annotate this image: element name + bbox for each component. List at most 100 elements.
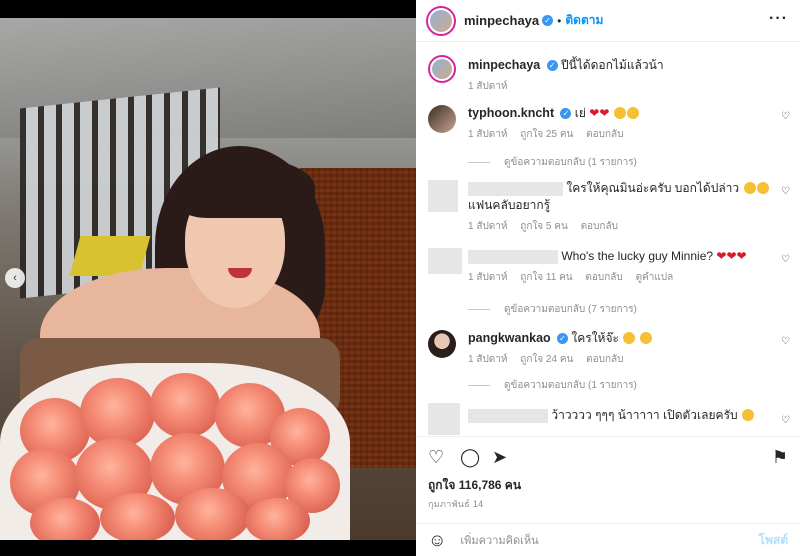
view-replies-label: ดูข้อความตอบกลับ (1 รายการ): [504, 157, 637, 168]
comment-likes[interactable]: ถูกใจ 5 คน: [520, 221, 568, 232]
reply-button[interactable]: ตอบกลับ: [586, 129, 623, 140]
instagram-post-modal: ‹ minpechaya ✓ • ติดตาม ··· minpechaya ✓…: [0, 0, 800, 556]
commenter-username[interactable]: typhoon.kncht: [468, 106, 554, 120]
comment-body: typhoon.kncht ✓ เย่ ❤❤ 1 สัปดาห์ ถูกใจ 2…: [468, 105, 770, 143]
comment-time[interactable]: 1 สัปดาห์: [468, 129, 508, 140]
replies-line: [468, 385, 490, 386]
blurred-username: [468, 249, 558, 264]
comment-row: typhoon.kncht ✓ เย่ ❤❤ 1 สัปดาห์ ถูกใจ 2…: [416, 103, 800, 173]
red-heart-emoji-icon: ❤❤❤: [716, 249, 747, 263]
author-avatar-image: [430, 9, 452, 32]
caption-avatar-image: [432, 59, 452, 79]
post-photo[interactable]: [0, 18, 416, 540]
post-date[interactable]: กุมภาพันธ์ 14: [428, 497, 483, 511]
blurred-username: [468, 181, 563, 196]
verified-badge-icon: ✓: [546, 60, 558, 72]
comment-text: เย่: [574, 106, 586, 120]
comment-row: ว้าวววว ๆๆๆ น้าาาาา เปิดตัวเลยครับ ♡: [416, 401, 800, 435]
view-replies-label: ดูข้อความตอบกลับ (1 รายการ): [504, 380, 637, 391]
post-photo-area: ‹: [0, 0, 416, 556]
share-icon[interactable]: ➤: [492, 447, 507, 468]
post-actions-bar: ♡ ◯ ➤ ⚑: [416, 436, 800, 476]
grin-emoji-icon: [756, 182, 769, 194]
comment-body: ว้าวววว ๆๆๆ น้าาาาา เปิดตัวเลยครับ: [468, 407, 770, 424]
reply-button[interactable]: ตอบกลับ: [585, 272, 622, 283]
verified-badge-icon: ✓: [542, 15, 554, 26]
view-replies-button[interactable]: ดูข้อความตอบกลับ (1 รายการ): [468, 155, 637, 170]
view-replies-button[interactable]: ดูข้อความตอบกลับ (1 รายการ): [468, 378, 637, 393]
comment-icon[interactable]: ◯: [460, 447, 480, 468]
caption-username[interactable]: minpechaya: [468, 58, 540, 72]
comment-meta: 1 สัปดาห์ ถูกใจ 25 คน ตอบกลับ: [468, 126, 770, 143]
comment-text-continued: แฟนคลับอยากรู้: [468, 198, 551, 212]
like-comment-heart-icon[interactable]: ♡: [781, 415, 790, 426]
comment-time[interactable]: 1 สัปดาห์: [468, 221, 508, 232]
photo-bangs: [180, 158, 315, 218]
comment-meta: 1 สัปดาห์ ถูกใจ 24 คน ตอบกลับ: [468, 351, 770, 368]
comment-meta: 1 สัปดาห์ ถูกใจ 11 คน ตอบกลับ ดูคำแปล: [468, 269, 770, 286]
add-comment-bar: ☺ เพิ่มความคิดเห็น โพสต์: [416, 523, 800, 556]
post-likes-count[interactable]: ถูกใจ 116,786 คน: [428, 476, 521, 495]
red-heart-emoji-icon: ❤❤: [589, 106, 610, 120]
header-separator: •: [557, 13, 562, 28]
comment-likes[interactable]: ถูกใจ 11 คน: [520, 272, 572, 283]
commenter-avatar[interactable]: [428, 105, 456, 133]
post-comment-button[interactable]: โพสต์: [759, 531, 788, 550]
view-replies-button[interactable]: ดูข้อความตอบกลับ (7 รายการ): [468, 302, 637, 317]
commenter-avatar-blurred[interactable]: [428, 248, 462, 274]
translate-button[interactable]: ดูคำแปล: [636, 272, 674, 283]
chevron-left-icon: ‹: [13, 272, 17, 284]
like-comment-heart-icon[interactable]: ♡: [781, 111, 790, 122]
comment-likes[interactable]: ถูกใจ 25 คน: [520, 129, 573, 140]
like-comment-heart-icon[interactable]: ♡: [781, 336, 790, 347]
heart-eyes-emoji-icon: [613, 107, 626, 119]
comment-meta: 1 สัปดาห์ ถูกใจ 5 คน ตอบกลับ: [468, 218, 770, 235]
rose: [30, 498, 100, 540]
heart-eyes-emoji-icon: [623, 332, 636, 344]
verified-badge-icon: ✓: [560, 108, 572, 120]
comment-text: ใครให้จ๊ะ: [571, 331, 619, 345]
commenter-avatar[interactable]: [428, 330, 456, 358]
rose: [150, 373, 220, 438]
like-comment-heart-icon[interactable]: ♡: [781, 254, 790, 265]
rose: [100, 493, 175, 540]
more-options-icon[interactable]: ···: [769, 10, 788, 28]
post-side-panel: minpechaya ✓ • ติดตาม ··· minpechaya ✓ ป…: [416, 0, 800, 556]
caption-row: minpechaya ✓ ปีนี้ได้ดอกไม้แล้วน้า 1 สัป…: [416, 53, 800, 103]
like-comment-heart-icon[interactable]: ♡: [781, 186, 790, 197]
emoji-picker-icon[interactable]: ☺: [428, 530, 446, 551]
like-heart-icon[interactable]: ♡: [428, 447, 444, 468]
caption-avatar[interactable]: [428, 55, 456, 83]
comment-row: Who's the lucky guy Minnie? ❤❤❤ 1 สัปดาห…: [416, 246, 800, 316]
reply-button[interactable]: ตอบกลับ: [581, 221, 618, 232]
author-avatar[interactable]: [426, 5, 456, 36]
hands-emoji-icon: [639, 332, 652, 344]
post-header: minpechaya ✓ • ติดตาม ···: [416, 0, 800, 42]
caption-meta: 1 สัปดาห์: [468, 78, 770, 95]
heart-eyes-emoji-icon: [626, 107, 639, 119]
previous-photo-button[interactable]: ‹: [5, 268, 25, 288]
comment-row: ใครให้คุณมินอ่ะครับ บอกได้ปล่าว แฟนคลับอ…: [416, 178, 800, 238]
comments-scroll-area[interactable]: minpechaya ✓ ปีนี้ได้ดอกไม้แล้วน้า 1 สัป…: [416, 43, 800, 435]
rose: [245, 498, 310, 540]
author-username[interactable]: minpechaya: [464, 13, 539, 28]
tongue-emoji-icon: [741, 409, 754, 421]
comment-input[interactable]: เพิ่มความคิดเห็น: [460, 531, 538, 549]
commenter-avatar-blurred[interactable]: [428, 403, 460, 435]
comment-body: pangkwankao ✓ ใครให้จ๊ะ 1 สัปดาห์ ถูกใจ …: [468, 330, 770, 368]
comment-body: Who's the lucky guy Minnie? ❤❤❤ 1 สัปดาห…: [468, 248, 770, 286]
comment-time[interactable]: 1 สัปดาห์: [468, 272, 508, 283]
comment-text: Who's the lucky guy Minnie?: [561, 249, 714, 263]
commenter-username[interactable]: pangkwankao: [468, 331, 551, 345]
grin-emoji-icon: [743, 182, 756, 194]
comment-row: pangkwankao ✓ ใครให้จ๊ะ 1 สัปดาห์ ถูกใจ …: [416, 328, 800, 398]
comment-likes[interactable]: ถูกใจ 24 คน: [520, 354, 573, 365]
save-bookmark-icon[interactable]: ⚑: [772, 447, 788, 468]
caption-time[interactable]: 1 สัปดาห์: [468, 81, 508, 92]
comment-time[interactable]: 1 สัปดาห์: [468, 354, 508, 365]
comment-text: ว้าวววว ๆๆๆ น้าาาาา เปิดตัวเลยครับ: [551, 408, 738, 422]
commenter-avatar-blurred[interactable]: [428, 180, 458, 212]
follow-button[interactable]: ติดตาม: [565, 11, 603, 30]
rose: [175, 488, 250, 540]
reply-button[interactable]: ตอบกลับ: [586, 354, 623, 365]
